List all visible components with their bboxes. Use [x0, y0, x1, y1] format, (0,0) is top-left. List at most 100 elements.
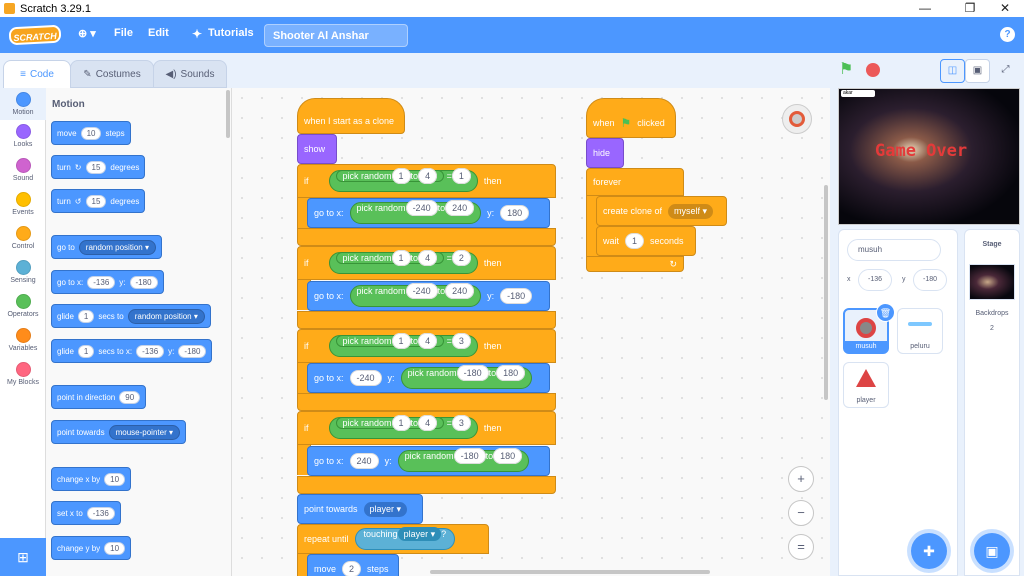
- if-block-2[interactable]: if pick random 1 to 4 = 2 then: [297, 246, 556, 280]
- goto-xy-block-3[interactable]: go to x: -240 y: pick random -180 to 180: [307, 363, 550, 393]
- when-start-as-clone-hat[interactable]: when I start as a clone: [297, 98, 405, 134]
- palette-move-block[interactable]: move 10 steps: [51, 121, 131, 145]
- stage-selector[interactable]: Stage Backdrops 2: [964, 229, 1020, 576]
- zoom-out-button[interactable]: −: [788, 500, 814, 526]
- tab-code[interactable]: ≡ Code: [3, 60, 71, 88]
- category-motion[interactable]: Motion: [0, 88, 46, 120]
- if-block-3[interactable]: if pick random 1 to 4 = 3 then: [297, 329, 556, 363]
- small-stage-button[interactable]: ◫: [940, 59, 965, 83]
- category-sound[interactable]: Sound: [0, 158, 46, 182]
- palette-change-y-block[interactable]: change y by 10: [51, 536, 132, 560]
- zoom-reset-button[interactable]: =: [788, 534, 814, 560]
- sprite-thumb-peluru[interactable]: peluru: [897, 308, 943, 354]
- if-block-1[interactable]: if pick random 1 to 4 = 1 then: [297, 164, 556, 198]
- block-palette: Motion move 10 steps turn ↻ 15 degrees turn ↺ 1…: [46, 88, 232, 576]
- scratch-app-icon: [4, 3, 15, 14]
- sprite-name-field[interactable]: musuh: [847, 239, 941, 261]
- pick-random-reporter[interactable]: pick random 1 to 4: [335, 415, 445, 431]
- tutorials-menu[interactable]: Tutorials: [208, 27, 254, 39]
- create-clone-block[interactable]: create clone of myself ▾: [596, 196, 727, 226]
- tab-sounds[interactable]: ◀) Sounds: [153, 60, 227, 88]
- tab-costumes[interactable]: ✎ Costumes: [70, 60, 154, 88]
- x-position-field[interactable]: -136: [858, 269, 892, 291]
- pick-random-reporter[interactable]: pick random 1 to 4: [335, 168, 445, 184]
- image-plus-icon: ▣: [985, 543, 999, 559]
- add-extension-button[interactable]: ⊞: [0, 538, 46, 576]
- minimize-button[interactable]: —: [910, 0, 940, 17]
- when-flag-clicked-hat[interactable]: when ⚑ clicked: [586, 98, 676, 138]
- y-position-field[interactable]: -180: [913, 269, 947, 291]
- move-steps-block[interactable]: move 2 steps: [307, 554, 399, 576]
- repeat-until-block[interactable]: repeat until touching player ▾?: [297, 524, 489, 554]
- touching-sensor[interactable]: touching player ▾?: [354, 527, 456, 550]
- palette-scrollbar[interactable]: [226, 90, 230, 138]
- file-menu[interactable]: File: [114, 27, 133, 39]
- category-operators[interactable]: Operators: [0, 294, 46, 318]
- scratch-logo[interactable]: SCRATCH: [8, 24, 62, 46]
- language-menu-button[interactable]: ⊕ ▾: [78, 27, 96, 40]
- palette-goto-block[interactable]: go to random position ▾: [51, 235, 162, 259]
- if-block-4[interactable]: if pick random 1 to 4 = 3 then: [297, 411, 556, 445]
- large-stage-button[interactable]: ▣: [965, 59, 990, 83]
- palette-turn-left-block[interactable]: turn ↺ 15 degrees: [51, 189, 146, 213]
- delete-sprite-icon[interactable]: 🗑: [876, 303, 895, 322]
- zoom-in-button[interactable]: +: [788, 466, 814, 492]
- category-my-blocks[interactable]: My Blocks: [0, 362, 46, 386]
- category-variables[interactable]: Variables: [0, 328, 46, 352]
- code-workspace[interactable]: when I start as a clone show if pick ran…: [232, 88, 830, 576]
- point-towards-block[interactable]: point towards player ▾: [297, 494, 423, 524]
- forever-block[interactable]: forever: [586, 168, 684, 196]
- close-window-button[interactable]: ✕: [990, 0, 1020, 17]
- add-backdrop-button[interactable]: ▣: [974, 533, 1010, 569]
- help-icon[interactable]: ?: [1000, 27, 1015, 42]
- fullscreen-icon: ⤢: [1001, 64, 1010, 75]
- workspace-horizontal-scrollbar[interactable]: [430, 570, 710, 574]
- hide-block[interactable]: hide: [586, 138, 624, 168]
- equals-operator[interactable]: pick random 1 to 4 = 3: [328, 415, 478, 439]
- large-stage-icon: ▣: [972, 65, 983, 76]
- stop-button[interactable]: [866, 63, 880, 77]
- game-over-text: Game Over: [875, 141, 968, 161]
- equals-operator[interactable]: pick random 1 to 4 = 1: [328, 168, 478, 192]
- equals-operator[interactable]: pick random 1 to 4 = 3: [328, 333, 478, 357]
- maximize-button[interactable]: ❐: [955, 0, 985, 17]
- palette-point-direction-block[interactable]: point in direction 90: [51, 385, 147, 409]
- window-title: Scratch 3.29.1: [20, 2, 91, 15]
- pick-random-reporter[interactable]: pick random 1 to 4: [335, 333, 445, 349]
- if-block-3-bottom: [297, 393, 556, 411]
- palette-glidexy-block[interactable]: glide 1 secs to x: -136 y: -180: [51, 339, 213, 363]
- backdrop-thumbnail[interactable]: [969, 264, 1015, 300]
- fullscreen-button[interactable]: ⤢: [993, 59, 1018, 83]
- palette-glide-block[interactable]: glide 1 secs to random position ▾: [51, 304, 211, 328]
- edit-menu[interactable]: Edit: [148, 27, 169, 39]
- workspace-vertical-scrollbar[interactable]: [824, 185, 828, 400]
- extension-icon: ⊞: [17, 549, 29, 565]
- pick-random-reporter[interactable]: pick random -180 to 180: [400, 365, 533, 389]
- goto-xy-block-4[interactable]: go to x: 240 y: pick random -180 to 180: [307, 446, 550, 476]
- category-control[interactable]: Control: [0, 226, 46, 250]
- goto-xy-block-1[interactable]: go to x: pick random -240 to 240 y: 180: [307, 198, 550, 228]
- green-flag-button[interactable]: ⚑: [839, 61, 857, 79]
- project-title-input[interactable]: Shooter Al Anshar: [264, 24, 408, 47]
- pick-random-reporter[interactable]: pick random 1 to 4: [335, 250, 445, 266]
- equals-operator[interactable]: pick random 1 to 4 = 2: [328, 250, 478, 274]
- category-sensing[interactable]: Sensing: [0, 260, 46, 284]
- pick-random-reporter[interactable]: pick random -180 to 180: [397, 448, 530, 472]
- palette-gotoxy-block[interactable]: go to x: -136 y: -180: [51, 270, 164, 294]
- palette-set-x-block[interactable]: set x to -136: [51, 501, 121, 525]
- pick-random-reporter[interactable]: pick random -240 to 240: [349, 200, 482, 224]
- window-titlebar: Scratch 3.29.1 — ❐ ✕: [0, 0, 1024, 17]
- goto-xy-block-2[interactable]: go to x: pick random -240 to 240 y: -180: [307, 281, 550, 311]
- palette-turn-right-block[interactable]: turn ↻ 15 degrees: [51, 155, 146, 179]
- palette-change-x-block[interactable]: change x by 10: [51, 467, 132, 491]
- ask-monitor: akar: [841, 90, 875, 97]
- sprite-thumb-player[interactable]: player: [843, 362, 889, 408]
- add-sprite-button[interactable]: ✚: [911, 533, 947, 569]
- pick-random-reporter[interactable]: pick random -240 to 240: [349, 283, 482, 307]
- category-events[interactable]: Events: [0, 192, 46, 216]
- show-block[interactable]: show: [297, 134, 337, 164]
- wait-block[interactable]: wait 1 seconds: [596, 226, 696, 256]
- stage-canvas[interactable]: akar Game Over: [838, 88, 1020, 225]
- palette-point-towards-block[interactable]: point towards mouse-pointer ▾: [51, 420, 186, 444]
- category-looks[interactable]: Looks: [0, 124, 46, 148]
